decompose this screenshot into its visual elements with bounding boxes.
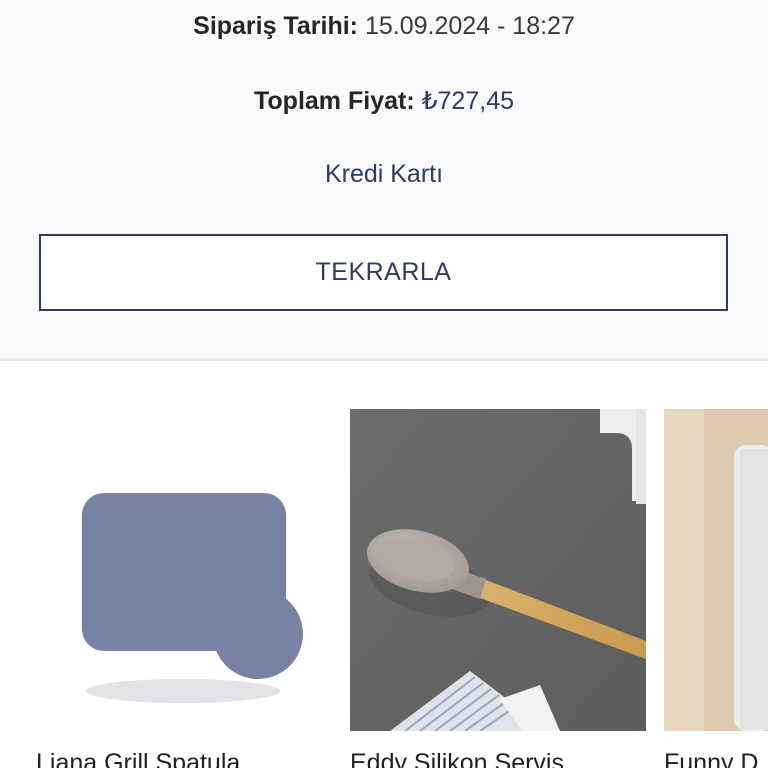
order-date-label: Sipariş Tarihi: (193, 12, 358, 40)
placeholder-circle-shape (213, 589, 303, 679)
product-card[interactable]: Liana Grill Spatula (36, 409, 332, 768)
product-carousel[interactable]: Liana Grill Spatula Eddy Silikon Servis … (0, 361, 768, 768)
product-image-placeholder[interactable] (36, 409, 332, 731)
product-card[interactable]: Eddy Silikon Servis (350, 409, 646, 768)
order-date-value: 15.09.2024 - 18:27 (364, 12, 575, 40)
wooden-spoon-photo (350, 409, 646, 731)
placeholder-shadow-shape (86, 679, 280, 703)
order-total-label: Toplam Fiyat: (254, 87, 415, 115)
order-date-row: Sipariş Tarihi: 15.09.2024 - 18:27 (0, 12, 768, 41)
product-card[interactable]: Funny D (664, 409, 768, 768)
product-title[interactable]: Liana Grill Spatula (36, 749, 240, 768)
product-image[interactable] (664, 409, 768, 731)
order-info-section: Sipariş Tarihi: 15.09.2024 - 18:27 Topla… (0, 0, 768, 360)
order-total-value: ₺727,45 (421, 87, 514, 115)
payment-method: Kredi Kartı (324, 160, 444, 188)
order-total-row: Toplam Fiyat: ₺727,45 (0, 86, 768, 116)
product-title[interactable]: Funny D (664, 749, 758, 768)
repeat-order-button[interactable]: TEKRARLA (39, 234, 728, 311)
product-image[interactable] (350, 409, 646, 731)
product-photo (664, 409, 768, 731)
product-title[interactable]: Eddy Silikon Servis (350, 749, 564, 768)
